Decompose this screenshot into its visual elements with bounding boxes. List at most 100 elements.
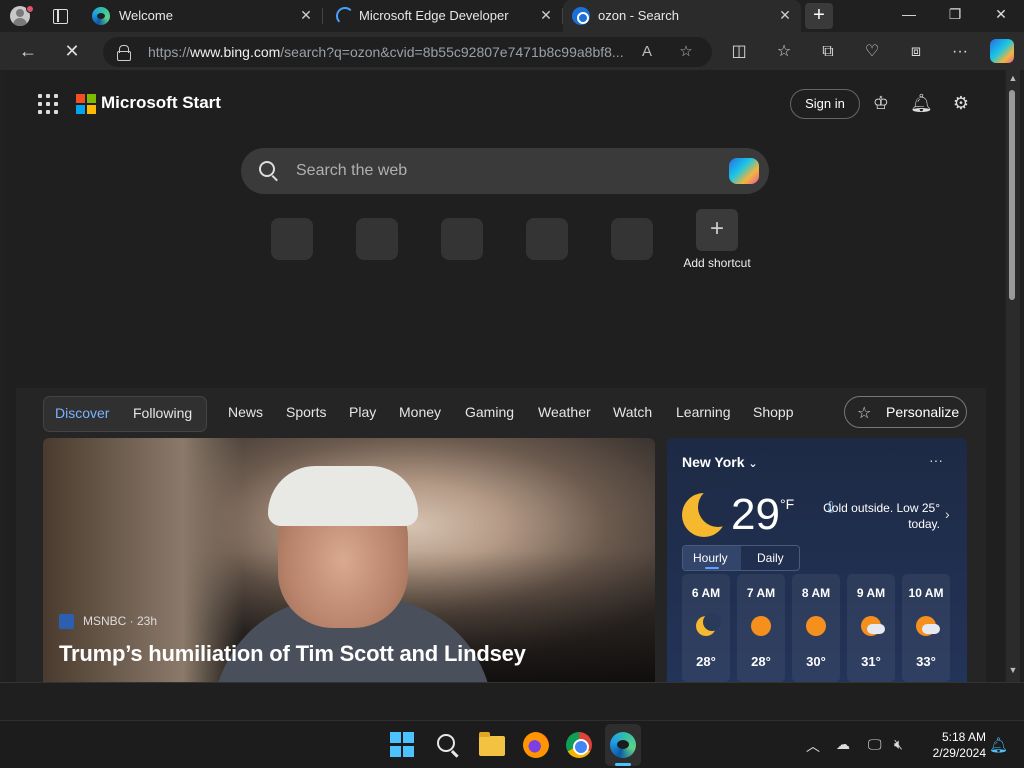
hourly-forecast-item[interactable]: 9 AM 31° [847, 574, 895, 682]
close-window-icon[interactable]: ✕ [991, 6, 1011, 23]
scroll-up-arrow-icon[interactable]: ▲ [1007, 73, 1019, 83]
nav-news[interactable]: News [228, 404, 263, 420]
copilot-icon[interactable] [729, 158, 759, 184]
hour-time: 10 AM [908, 586, 944, 600]
sign-in-button[interactable]: Sign in [790, 89, 860, 119]
onedrive-cloud-icon[interactable]: ☁ [836, 736, 850, 753]
tab-daily[interactable]: Daily [757, 551, 784, 565]
favorites-icon[interactable]: ☆ [773, 41, 795, 63]
tab-actions-icon[interactable] [50, 6, 70, 26]
add-shortcut-label[interactable]: Add shortcut [674, 256, 760, 270]
chevron-right-icon[interactable]: › [945, 506, 950, 522]
hourly-forecast-item[interactable]: 6 AM 28° [682, 574, 730, 682]
nav-gaming[interactable]: Gaming [465, 404, 514, 420]
profile-notification-dot [26, 5, 34, 13]
notifications-bell-icon[interactable]: 🔔︎ [910, 92, 933, 114]
tab-close-icon[interactable]: ✕ [298, 7, 314, 24]
shortcut-tile[interactable] [611, 218, 653, 260]
shortcut-tile[interactable] [526, 218, 568, 260]
page-scrollbar[interactable]: ▲ ▼ [1006, 70, 1020, 682]
scroll-down-arrow-icon[interactable]: ▼ [1007, 665, 1019, 675]
profile-button[interactable] [8, 4, 34, 28]
settings-gear-icon[interactable]: ⚙ [950, 92, 972, 114]
add-shortcut-button[interactable]: + [696, 209, 738, 251]
nav-money[interactable]: Money [399, 404, 441, 420]
nav-sports[interactable]: Sports [286, 404, 326, 420]
volume-muted-icon[interactable]: 🔇︎ [894, 736, 903, 753]
hourly-forecast-item[interactable]: 7 AM 28° [737, 574, 785, 682]
edge-icon [92, 7, 110, 25]
split-screen-icon[interactable]: ◫ [728, 41, 750, 63]
news-feed: Discover Following News Sports Play Mone… [16, 388, 986, 682]
address-url[interactable]: https://www.bing.com/search?q=ozon&cvid=… [148, 44, 638, 60]
feed-toggle: Discover Following [43, 396, 207, 432]
app-launcher-icon[interactable] [38, 94, 58, 114]
file-explorer-icon[interactable] [479, 732, 505, 756]
tab-title: Welcome [119, 8, 173, 23]
discover-pill[interactable]: Discover [55, 405, 109, 421]
chrome-icon[interactable] [566, 732, 592, 758]
settings-more-icon[interactable]: ··· [949, 41, 971, 63]
weather-temperature: 29 [731, 490, 780, 539]
tab-welcome[interactable]: Welcome ✕ [82, 0, 323, 32]
nav-watch[interactable]: Watch [613, 404, 652, 420]
stop-loading-icon[interactable]: ✕ [61, 40, 83, 62]
browser-essentials-icon[interactable]: ♡ [861, 41, 883, 63]
collections-icon[interactable]: ⧉ [817, 41, 839, 63]
nav-play[interactable]: Play [349, 404, 376, 420]
read-aloud-icon[interactable]: A [637, 42, 657, 62]
hero-news-card[interactable]: MSNBC · 23h Trump’s humiliation of Tim S… [43, 438, 655, 682]
following-pill[interactable]: Following [133, 405, 192, 421]
weather-unit[interactable]: °F [780, 496, 794, 512]
chevron-down-icon: ⌄ [748, 458, 758, 470]
nav-weather[interactable]: Weather [538, 404, 591, 420]
weather-note[interactable]: Cold outside. Low 25° today. [822, 500, 940, 532]
tab-ozon-search[interactable]: ozon - Search ✕ [563, 0, 801, 32]
minimize-icon[interactable]: — [899, 6, 919, 22]
hour-temp: 28° [751, 654, 771, 669]
hero-headline[interactable]: Trump’s humiliation of Tim Scott and Lin… [59, 641, 526, 667]
shortcut-tile[interactable] [441, 218, 483, 260]
firefox-icon[interactable] [523, 732, 549, 758]
back-arrow-icon[interactable]: ← [17, 40, 39, 62]
clock-time: 5:18 AM [941, 730, 986, 744]
show-hidden-icons-chevron-icon[interactable]: ︿ [806, 736, 820, 756]
taskbar-search-icon[interactable] [437, 734, 455, 752]
nav-shopping[interactable]: Shopp [753, 404, 793, 420]
nav-learning[interactable]: Learning [676, 404, 731, 420]
hero-photo-hair [268, 466, 418, 526]
brand-title[interactable]: Microsoft Start [101, 93, 221, 113]
partly-cloudy-icon [916, 616, 940, 636]
extensions-icon[interactable]: ⧈ [905, 41, 927, 63]
new-tab-button[interactable]: + [805, 3, 833, 29]
hourly-forecast-item[interactable]: 10 AM 33° [902, 574, 950, 682]
system-clock[interactable]: 5:18 AM 2/29/2024 [920, 729, 986, 761]
tab-hourly[interactable]: Hourly [683, 546, 741, 570]
address-bar[interactable]: https://www.bing.com/search?q=ozon&cvid=… [103, 37, 712, 67]
weather-card[interactable]: New York ⌄ ··· 29 °F 🌡︎ Cold outside. Lo… [667, 438, 967, 682]
personalize-button[interactable]: ☆ Personalize [844, 396, 967, 428]
web-search-box[interactable]: Search the web [241, 148, 769, 194]
more-options-icon[interactable]: ··· [929, 452, 943, 468]
tab-microsoft-edge-developer[interactable]: Microsoft Edge Developer ✕ [324, 0, 563, 32]
copilot-sidebar-icon[interactable] [990, 39, 1014, 63]
microsoft-logo-icon[interactable] [76, 94, 96, 114]
network-icon[interactable]: 🖵︎ [868, 736, 882, 753]
moon-icon [696, 613, 721, 636]
hourly-forecast-item[interactable]: 8 AM 30° [792, 574, 840, 682]
restore-icon[interactable]: ❐ [945, 6, 965, 23]
start-menu-icon[interactable] [390, 732, 416, 758]
notification-center-icon[interactable]: 🔔︎ [989, 736, 1008, 754]
page-viewport: Microsoft Start Sign in ♔ 🔔︎ ⚙ Search th… [6, 70, 1004, 682]
rewards-trophy-icon[interactable]: ♔ [870, 92, 892, 114]
weather-city[interactable]: New York ⌄ [682, 454, 758, 470]
edge-taskbar-icon[interactable] [610, 732, 636, 758]
tab-close-icon[interactable]: ✕ [777, 7, 793, 24]
tab-close-icon[interactable]: ✕ [538, 7, 554, 24]
lock-icon[interactable] [117, 45, 131, 61]
favorite-star-icon[interactable]: ☆ [676, 42, 696, 62]
personalize-label: Personalize [886, 404, 960, 420]
shortcut-tile[interactable] [356, 218, 398, 260]
scrollbar-thumb[interactable] [1009, 90, 1015, 300]
shortcut-tile[interactable] [271, 218, 313, 260]
